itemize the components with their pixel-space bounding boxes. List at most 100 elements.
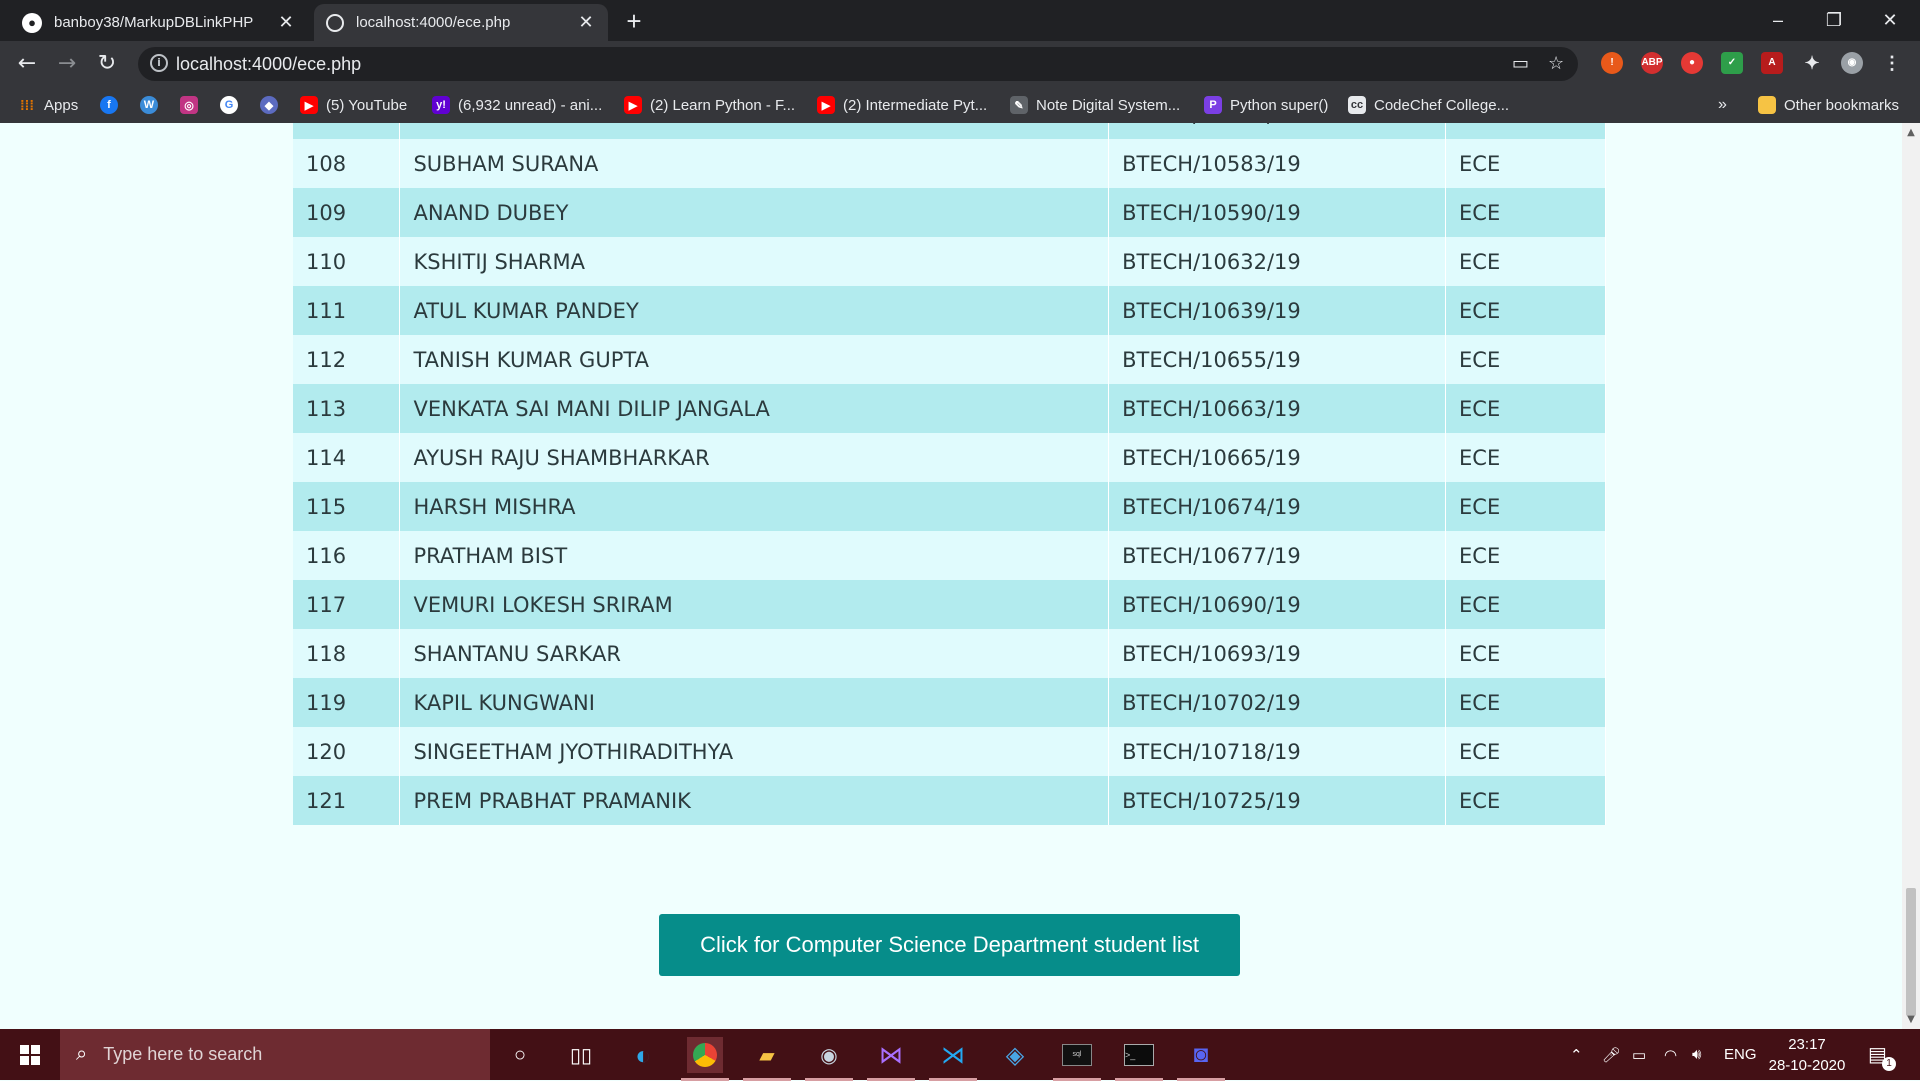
department-cell: ECE xyxy=(1445,335,1606,384)
steam-icon[interactable]: ◉ xyxy=(805,1037,853,1081)
file-explorer-icon[interactable]: ▰ xyxy=(743,1037,791,1081)
tab-github[interactable]: ● banboy38/MarkupDBLinkPHP ✕ xyxy=(10,4,308,41)
close-tab-icon[interactable]: ✕ xyxy=(576,12,596,33)
task-view-icon[interactable]: ▯▯ xyxy=(563,1037,599,1073)
discord-icon[interactable]: ◙ xyxy=(1177,1037,1225,1081)
action-center[interactable]: ▤ 1 xyxy=(1868,1029,1896,1080)
department-cell: ECE xyxy=(1445,286,1606,335)
reload-button[interactable]: ↻ xyxy=(92,49,122,79)
visual-studio-icon[interactable]: ⋈ xyxy=(867,1037,915,1081)
ublock-icon[interactable]: ● xyxy=(1681,52,1703,74)
bookmark-learn-python[interactable]: ▶ (2) Learn Python - F... xyxy=(624,94,795,116)
page-scrollbar[interactable]: ▲ ▼ xyxy=(1902,123,1920,1029)
taskbar-search-input[interactable] xyxy=(101,1043,486,1066)
wifi-icon[interactable]: ◠ xyxy=(1664,1029,1677,1080)
bookmark-youtube[interactable]: ▶ (5) YouTube xyxy=(300,94,407,116)
minimize-button[interactable]: – xyxy=(1750,0,1806,41)
serial-number-cell: 119 xyxy=(293,678,401,727)
serial-number-cell: 113 xyxy=(293,384,401,433)
extensions-puzzle-icon[interactable]: ✦ xyxy=(1801,52,1823,74)
shield-icon: ◆ xyxy=(260,96,278,114)
student-name-cell: KAPIL KUNGWANI xyxy=(399,678,1110,727)
extension-alert-icon[interactable]: ! xyxy=(1601,52,1623,74)
bookmark-shield[interactable]: ◆ xyxy=(260,94,286,116)
bookmark-google[interactable]: G xyxy=(220,94,246,116)
new-tab-button[interactable]: + xyxy=(618,8,650,36)
tab-ece[interactable]: localhost:4000/ece.php ✕ xyxy=(314,4,608,41)
youtube-icon: ▶ xyxy=(624,96,642,114)
menu-kebab-icon[interactable]: ⋮ xyxy=(1881,52,1903,74)
computer-science-list-button[interactable]: Click for Computer Science Department st… xyxy=(659,914,1240,976)
microphone-icon[interactable]: 🎤︎ xyxy=(1602,1029,1621,1080)
department-cell: ECE xyxy=(1445,139,1606,188)
bookmark-codechef[interactable]: cc CodeChef College... xyxy=(1348,94,1509,116)
codechef-icon: cc xyxy=(1348,96,1366,114)
edge-icon[interactable]: ◐ xyxy=(625,1037,661,1073)
table-row: 120 SINGEETHAM JYOTHIRADITHYA BTECH/10718/… xyxy=(293,727,1606,776)
bookmark-star-icon[interactable]: ☆ xyxy=(1548,53,1564,74)
student-name-cell: VENKATA SAI MANI DILIP JANGALA xyxy=(399,384,1110,433)
bookmark-intermediate-python[interactable]: ▶ (2) Intermediate Pyt... xyxy=(817,94,987,116)
department-cell: ECE xyxy=(1445,531,1606,580)
bookmark-wordpress[interactable]: W xyxy=(140,94,166,116)
site-info-icon[interactable]: i xyxy=(150,54,168,72)
battery-icon[interactable]: ▭ xyxy=(1632,1029,1646,1080)
adblock-plus-icon[interactable]: ABP xyxy=(1641,52,1663,74)
taskbar-search[interactable]: ⌕ xyxy=(60,1029,490,1080)
vscode-icon[interactable]: ⋊ xyxy=(929,1037,977,1081)
serial-number-cell: 112 xyxy=(293,335,401,384)
back-button[interactable]: ← xyxy=(12,49,42,79)
search-icon: ⌕ xyxy=(76,1043,88,1065)
taskbar-clock[interactable]: 23:17 28-10-2020 xyxy=(1762,1034,1852,1076)
scrollbar-thumb[interactable] xyxy=(1906,888,1916,1016)
bookmark-label: CodeChef College... xyxy=(1374,96,1510,114)
roll-number-cell: BTECH/10690/19 xyxy=(1108,580,1447,629)
chrome-icon[interactable] xyxy=(681,1037,729,1081)
roll-number-cell: BTECH/10663/19 xyxy=(1108,384,1447,433)
close-window-button[interactable]: ✕ xyxy=(1862,0,1918,41)
bookmark-note-digital[interactable]: ✎ Note Digital System... xyxy=(1010,94,1180,116)
pdf-icon[interactable]: A xyxy=(1761,52,1783,74)
bookmark-other[interactable]: Other bookmarks xyxy=(1758,94,1899,116)
app-icon[interactable]: ◈ xyxy=(997,1037,1033,1073)
clock-date: 28-10-2020 xyxy=(1768,1057,1846,1074)
roll-number-cell: BTECH/10655/19 xyxy=(1108,335,1447,384)
serial-number-cell: 111 xyxy=(293,286,401,335)
terminal-icon[interactable]: >_ xyxy=(1115,1037,1163,1081)
roll-number-cell: BTECH/10639/19 xyxy=(1108,286,1447,335)
tab-strip: ● banboy38/MarkupDBLinkPHP ✕ localhost:4… xyxy=(0,0,1920,41)
student-name-cell: SUBHAM SURANA xyxy=(399,139,1110,188)
department-cell: ECE xyxy=(1445,123,1606,139)
tab-title: localhost:4000/ece.php xyxy=(356,14,511,31)
bookmark-yahoo-mail[interactable]: y! (6,932 unread) - ani... xyxy=(432,94,602,116)
bookmark-python-super[interactable]: P Python super() xyxy=(1204,94,1328,116)
language-indicator[interactable]: ENG xyxy=(1724,1029,1757,1080)
department-cell: ECE xyxy=(1445,188,1606,237)
bookmark-instagram[interactable]: ◎ xyxy=(180,94,206,116)
serial-number-cell: 110 xyxy=(293,237,401,286)
show-hidden-icons[interactable]: ⌃ xyxy=(1570,1029,1583,1080)
scroll-down-icon[interactable]: ▼ xyxy=(1902,1014,1920,1025)
extension-green-icon[interactable]: ✓ xyxy=(1721,52,1743,74)
serial-number-cell: 114 xyxy=(293,433,401,482)
bookmark-apps[interactable]: ⁞⁞⁞ Apps xyxy=(18,94,78,116)
restore-button[interactable]: ❐ xyxy=(1806,0,1862,41)
profile-avatar-icon[interactable]: ◉ xyxy=(1841,52,1863,74)
bookmark-label: (6,932 unread) - ani... xyxy=(458,96,603,114)
url-input[interactable] xyxy=(176,51,1476,77)
mysql-icon[interactable]: sql xyxy=(1053,1037,1101,1081)
student-name-cell: PRATHAM BIST xyxy=(399,531,1110,580)
close-tab-icon[interactable]: ✕ xyxy=(276,12,296,33)
volume-icon[interactable]: 🔊︎ xyxy=(1692,1029,1701,1080)
python-icon: P xyxy=(1204,96,1222,114)
chrome-logo-icon xyxy=(693,1043,717,1067)
address-bar[interactable]: i ▭ ☆ xyxy=(138,47,1578,81)
forward-button[interactable]: → xyxy=(52,49,82,79)
bookmark-facebook[interactable]: f xyxy=(100,94,126,116)
start-button[interactable] xyxy=(0,1029,60,1080)
cast-icon[interactable]: ▭ xyxy=(1512,53,1529,74)
bookmarks-overflow-button[interactable]: » xyxy=(1718,94,1727,116)
department-cell: ECE xyxy=(1445,678,1606,727)
scroll-up-icon[interactable]: ▲ xyxy=(1902,127,1920,138)
cortana-icon[interactable]: ○ xyxy=(502,1037,538,1073)
